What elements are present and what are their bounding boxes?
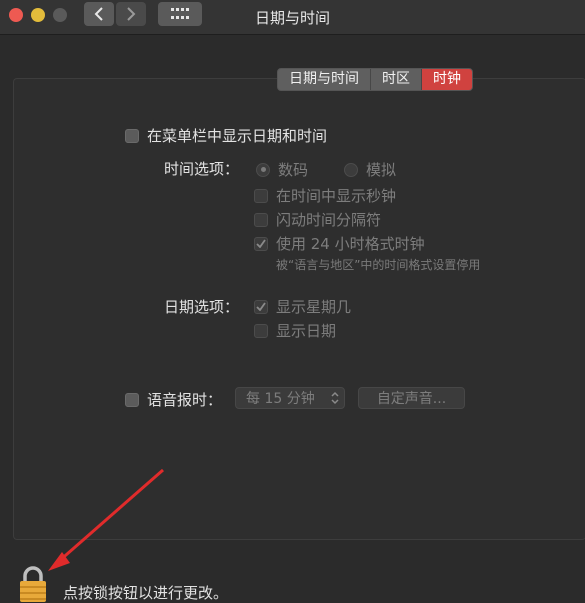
announce-option[interactable]: 语音报时： [125,389,222,410]
flash-separators-checkbox[interactable] [254,212,268,227]
show-seconds-label: 在时间中显示秒钟 [276,187,397,205]
show-weekday-checkbox[interactable] [254,299,268,314]
announce-interval-value: 每 15 分钟 [246,391,315,407]
analog-label: 模拟 [366,161,397,179]
updown-arrows-icon [331,391,339,405]
digital-label: 数码 [278,161,309,179]
lock-instruction: 点按锁按钮以进行更改。 [63,584,229,602]
show-weekday-label: 显示星期几 [276,298,352,316]
use-24h-option[interactable]: 使用 24 小时格式时钟 [254,233,425,254]
tab-date-time[interactable]: 日期与时间 [278,69,371,90]
digital-option[interactable]: 数码 [256,159,308,180]
analog-option[interactable]: 模拟 [344,159,396,180]
menubar-label: 在菜单栏中显示日期和时间 [147,127,328,145]
flash-separators-option[interactable]: 闪动时间分隔符 [254,209,381,230]
lock-icon[interactable] [18,566,48,602]
tab-time-zone[interactable]: 时区 [371,69,422,90]
use-24h-label: 使用 24 小时格式时钟 [276,235,425,253]
use-24h-note: 被“语言与地区”中的时间格式设置停用 [276,258,481,272]
announce-checkbox[interactable] [125,392,139,407]
show-seconds-checkbox[interactable] [254,188,268,203]
custom-voice-button[interactable]: 自定声音... [358,387,465,409]
announce-label: 语音报时： [147,391,223,409]
show-date-label: 显示日期 [276,322,337,340]
tab-bar: 日期与时间 时区 时钟 [277,68,473,91]
show-seconds-option[interactable]: 在时间中显示秒钟 [254,185,396,206]
show-weekday-option[interactable]: 显示星期几 [254,296,351,317]
use-24h-checkbox[interactable] [254,236,268,251]
announce-interval-select[interactable]: 每 15 分钟 [235,387,345,409]
show-date-checkbox[interactable] [254,323,268,338]
window-title: 日期与时间 [254,9,330,27]
show-date-option[interactable]: 显示日期 [254,320,336,341]
date-options-label: 日期选项： [163,298,239,316]
tab-clock[interactable]: 时钟 [422,69,472,90]
flash-separators-label: 闪动时间分隔符 [276,211,382,229]
checkmark-icon [256,239,266,248]
checkmark-icon [256,302,266,311]
menubar-option[interactable]: 在菜单栏中显示日期和时间 [125,125,327,146]
title-bar: 日期与时间 [0,0,585,35]
menubar-checkbox[interactable] [125,128,139,143]
digital-radio[interactable] [256,162,270,177]
time-options-label: 时间选项： [163,160,239,178]
analog-radio[interactable] [344,162,358,177]
